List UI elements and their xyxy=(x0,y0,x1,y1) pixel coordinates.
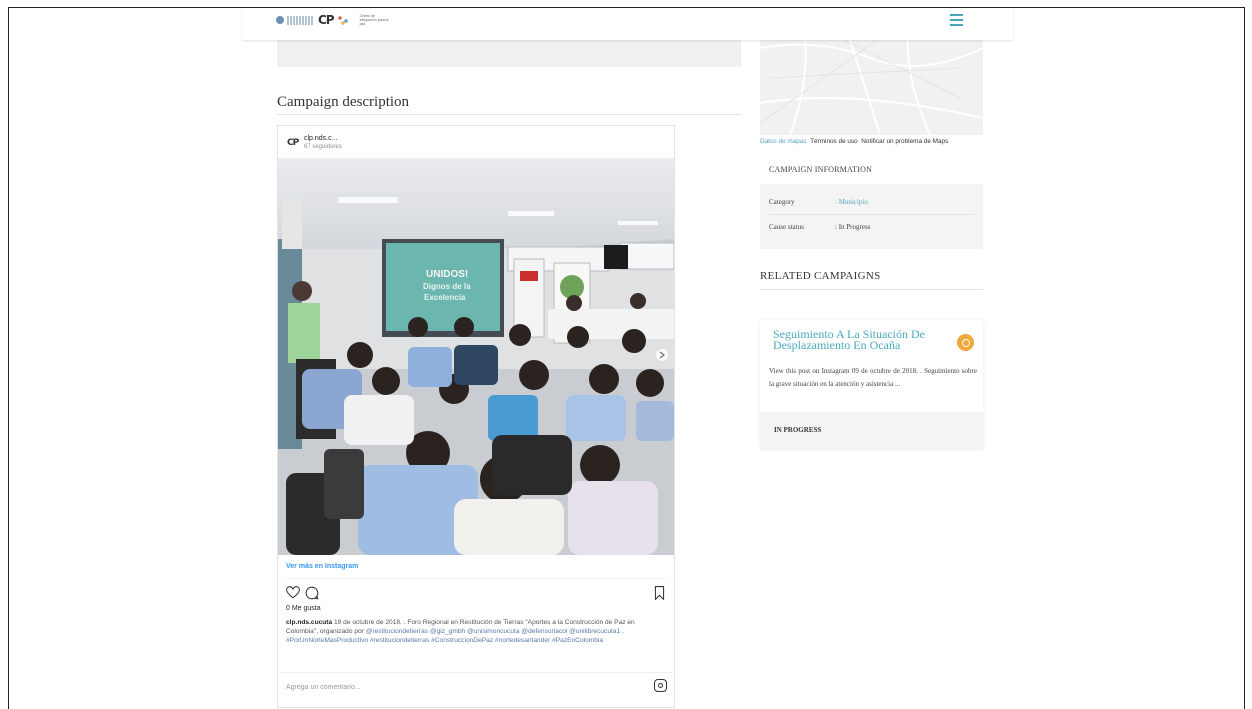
related-campaigns-title: RELATED CAMPAIGNS xyxy=(760,270,881,282)
comment-icon[interactable] xyxy=(305,586,319,600)
instagram-header: CP clp.nds.c... 67 seguidores xyxy=(278,126,674,159)
map-terms-link[interactable]: Términos de uso xyxy=(810,138,858,145)
campaign-info-box: Category : Municipio Cause status : In Pro… xyxy=(760,184,983,249)
info-label: Category xyxy=(769,198,795,206)
add-comment-input[interactable]: Agrega un comentario... xyxy=(286,684,361,691)
campaign-info-title: CAMPAIGN INFORMATION xyxy=(769,165,873,174)
instagram-username[interactable]: clp.nds.c... xyxy=(304,135,337,142)
browser-frame: CP Centro de integración para la paz Cam… xyxy=(8,7,1245,709)
campaign-type-icon xyxy=(957,334,974,351)
caption-username[interactable]: clp.nds.cucuta xyxy=(286,619,332,626)
instagram-embed: CP clp.nds.c... 67 seguidores UNIDOS! Di… xyxy=(277,125,675,708)
section-title: Campaign description xyxy=(277,94,410,110)
site-logo[interactable]: CP Centro de integración para la paz xyxy=(276,13,390,27)
divider xyxy=(277,114,741,115)
related-campaign-card[interactable]: Seguimiento A La Situación De Desplazami… xyxy=(760,320,983,450)
instagram-photo[interactable]: UNIDOS! Dignos de la Excelencia xyxy=(278,159,674,555)
slide-text: UNIDOS! xyxy=(426,269,468,280)
view-on-instagram-link[interactable]: Ver más en Instagram xyxy=(286,563,358,570)
post-caption: clp.nds.cucuta 19 de octubre de 2018. . … xyxy=(286,618,662,645)
bookmark-icon[interactable] xyxy=(654,586,665,600)
divider xyxy=(769,214,974,215)
svg-text:Dignos de la: Dignos de la xyxy=(423,282,471,291)
caption-mentions[interactable]: @restituciondetierras @giz_gmbh @unisimo… xyxy=(366,628,620,635)
likes-count: 0 Me gusta xyxy=(286,605,321,612)
instagram-icon[interactable] xyxy=(654,679,667,692)
caption-hashtags[interactable]: #PorUnNorteMasProductivo #restituciondet… xyxy=(286,637,603,644)
content-placeholder xyxy=(277,40,741,67)
divider xyxy=(278,672,674,673)
map-data-link[interactable]: Datos de mapas xyxy=(760,138,807,145)
svg-text:Excelencia: Excelencia xyxy=(424,293,466,302)
caption-separator: . xyxy=(620,628,624,635)
related-campaign-description: View this post on Instagram 09 de octubr… xyxy=(769,367,977,388)
info-label: Cause status xyxy=(769,223,804,231)
logo-text: Centro de integración para la paz xyxy=(359,14,389,26)
instagram-followers: 67 seguidores xyxy=(304,144,342,150)
info-row-category: Category : Municipio xyxy=(769,198,868,206)
logo-dots-icon xyxy=(336,15,351,25)
map-report-link[interactable]: Notificar un problema de Maps xyxy=(861,138,948,145)
related-campaign-footer: IN PROGRESS xyxy=(760,412,983,450)
divider xyxy=(760,289,983,290)
logo-mark xyxy=(287,15,313,25)
status-badge: IN PROGRESS xyxy=(774,426,822,434)
site-header: CP Centro de integración para la paz xyxy=(242,8,1013,40)
logo-cp: CP xyxy=(318,13,335,27)
heart-icon[interactable] xyxy=(286,586,300,599)
seal-icon xyxy=(276,16,284,24)
status-value: : In Progress xyxy=(835,223,871,231)
map-attribution: Datos de mapas Términos de uso Notificar… xyxy=(760,138,948,145)
info-row-status: Cause status : In Progress xyxy=(769,223,870,231)
avatar[interactable]: CP xyxy=(287,138,299,148)
related-campaign-name[interactable]: Seguimiento A La Situación De Desplazami… xyxy=(773,328,943,351)
category-value[interactable]: : Municipio xyxy=(835,198,868,206)
divider xyxy=(286,578,666,579)
hamburger-menu-icon[interactable] xyxy=(950,14,963,26)
